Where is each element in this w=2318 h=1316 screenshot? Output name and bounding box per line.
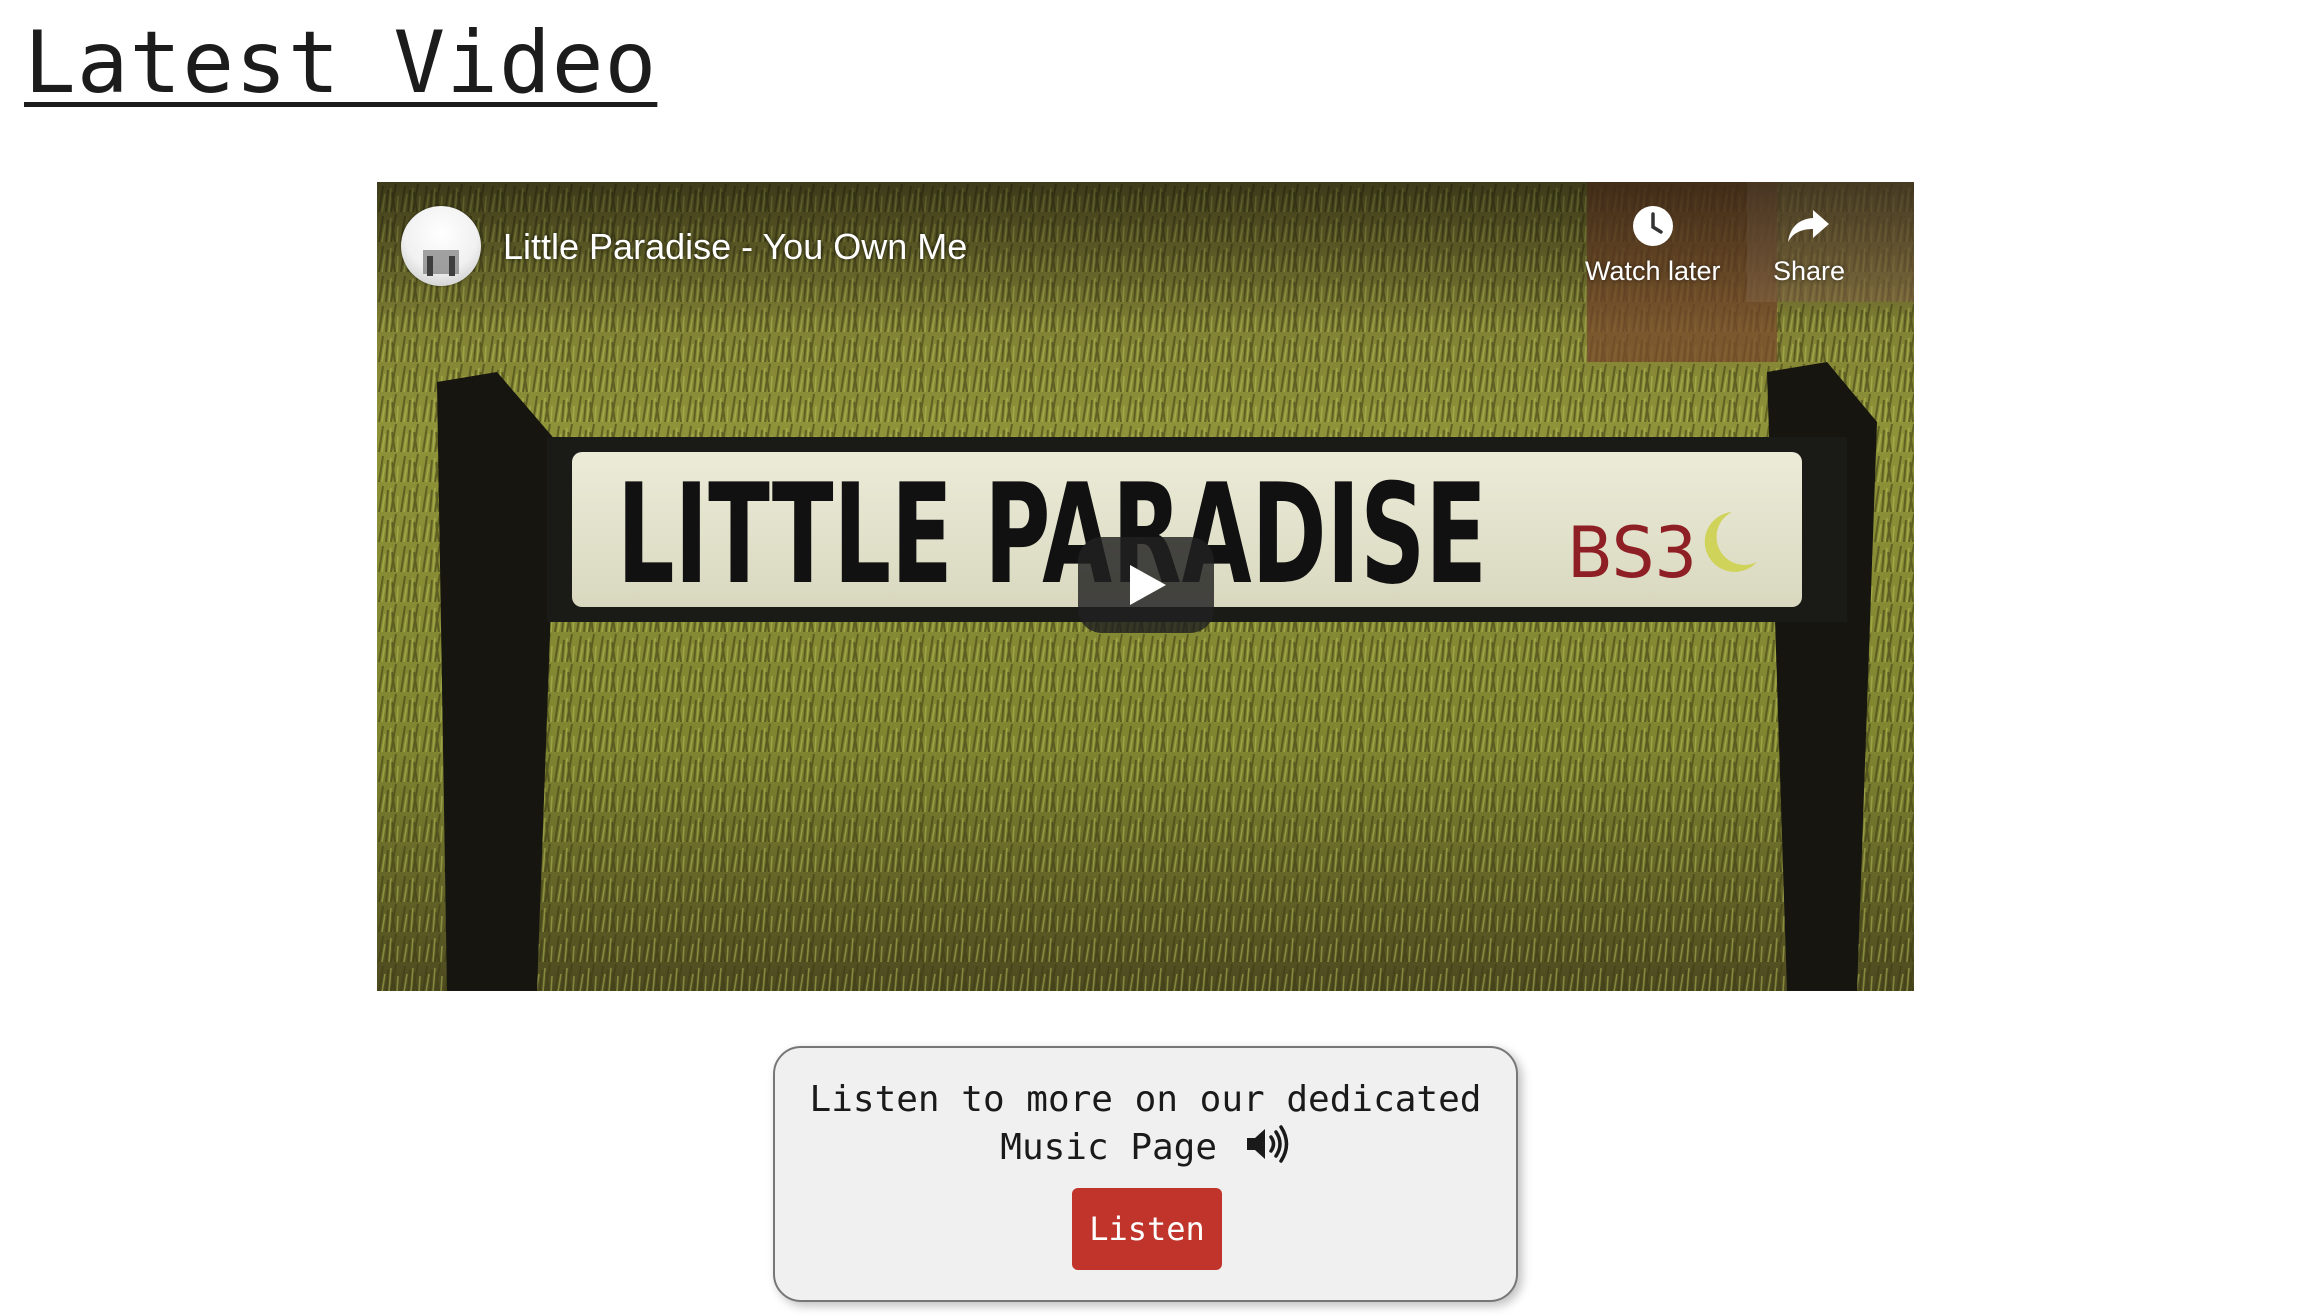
speaker-volume-icon [1246, 1125, 1288, 1163]
channel-logo-icon [423, 250, 459, 276]
music-text-line-2: Music Page [775, 1124, 1516, 1172]
svg-text:LITTLE PARADISE: LITTLE PARADISE [617, 454, 1487, 615]
channel-avatar[interactable] [401, 206, 481, 286]
music-page-text: Listen to more on our dedicated Music Pa… [775, 1076, 1516, 1172]
share-arrow-icon [1788, 210, 1830, 242]
music-text-line-1: Listen to more on our dedicated [809, 1079, 1482, 1120]
video-title[interactable]: Little Paradise - You Own Me [503, 226, 967, 268]
clock-icon [1632, 206, 1673, 246]
share-button[interactable]: Share [1773, 204, 1845, 287]
share-label: Share [1773, 256, 1846, 286]
page-title: Latest Video [24, 13, 658, 113]
music-page-card: Listen to more on our dedicated Music Pa… [773, 1046, 1518, 1302]
watch-later-button[interactable]: Watch later [1585, 204, 1721, 287]
watch-later-label: Watch later [1585, 256, 1721, 286]
play-icon [1130, 565, 1166, 605]
video-player[interactable]: LITTLE PARADISE BS3 Little Paradise - Yo… [377, 182, 1914, 991]
listen-button[interactable]: Listen [1072, 1188, 1222, 1270]
music-page-label: Music Page [1000, 1127, 1218, 1168]
svg-text:BS3: BS3 [1567, 512, 1697, 594]
play-button[interactable] [1078, 537, 1214, 633]
